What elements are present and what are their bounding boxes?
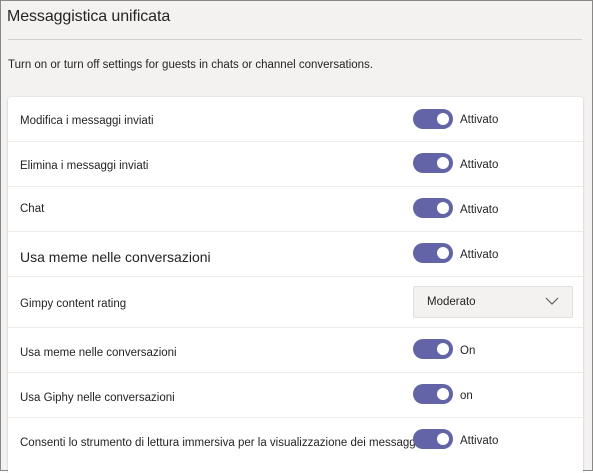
setting-label: Consenti lo strumento di lettura immersi… — [20, 437, 419, 449]
toggle-knob — [437, 113, 449, 125]
setting-label: Modifica i messaggi inviati — [20, 115, 154, 127]
title-divider — [8, 39, 582, 40]
memes-2-toggle[interactable] — [413, 339, 453, 359]
memes-toggle[interactable] — [413, 243, 453, 263]
toggle-knob — [437, 343, 449, 355]
chat-toggle[interactable] — [413, 198, 453, 218]
toggle-state-text: Attivato — [460, 249, 499, 261]
immersive-reader-toggle[interactable] — [413, 429, 453, 449]
chevron-down-icon — [545, 297, 559, 305]
setting-row-giphy: Usa Giphy nelle conversazioni on — [8, 373, 583, 418]
page-title: Messaggistica unificata — [7, 8, 171, 25]
setting-label: Usa meme nelle conversazioni — [20, 249, 211, 265]
setting-label: Usa meme nelle conversazioni — [20, 347, 177, 359]
setting-label: Usa Giphy nelle conversazioni — [20, 392, 175, 404]
toggle-state-text: on — [460, 390, 473, 402]
setting-label: Elimina i messaggi inviati — [20, 160, 149, 172]
toggle-state-text: Attivato — [460, 159, 499, 171]
delete-messages-toggle[interactable] — [413, 153, 453, 173]
page-description: Turn on or turn off settings for guests … — [8, 59, 374, 71]
dropdown-value: Moderato — [427, 296, 476, 308]
setting-row-content-rating: Gimpy content rating Moderato — [8, 277, 583, 328]
giphy-toggle[interactable] — [413, 384, 453, 404]
setting-row-delete-messages: Elimina i messaggi inviati Attivato — [8, 142, 583, 187]
toggle-state-text: Attivato — [460, 435, 499, 447]
toggle-state-text: Attivato — [460, 114, 499, 126]
toggle-knob — [437, 247, 449, 259]
settings-panel: Messaggistica unificata Turn on or turn … — [0, 0, 593, 473]
setting-row-memes-2: Usa meme nelle conversazioni On — [8, 328, 583, 373]
setting-row-edit-messages: Modifica i messaggi inviati Attivato — [8, 97, 583, 142]
toggle-knob — [437, 157, 449, 169]
toggle-knob — [437, 202, 449, 214]
setting-label: Gimpy content rating — [20, 298, 127, 310]
setting-row-immersive-reader: Consenti lo strumento di lettura immersi… — [8, 418, 583, 473]
content-rating-dropdown[interactable]: Moderato — [413, 286, 573, 318]
toggle-state-text: Attivato — [460, 204, 499, 216]
toggle-knob — [437, 388, 449, 400]
setting-label: Chat — [20, 203, 45, 215]
toggle-knob — [437, 433, 449, 445]
settings-card: Modifica i messaggi inviati Attivato Eli… — [8, 97, 583, 473]
toggle-state-text: On — [460, 345, 476, 357]
setting-row-chat: Chat Attivato — [8, 187, 583, 232]
edit-messages-toggle[interactable] — [413, 109, 453, 129]
setting-row-memes: Usa meme nelle conversazioni Attivato — [8, 232, 583, 277]
